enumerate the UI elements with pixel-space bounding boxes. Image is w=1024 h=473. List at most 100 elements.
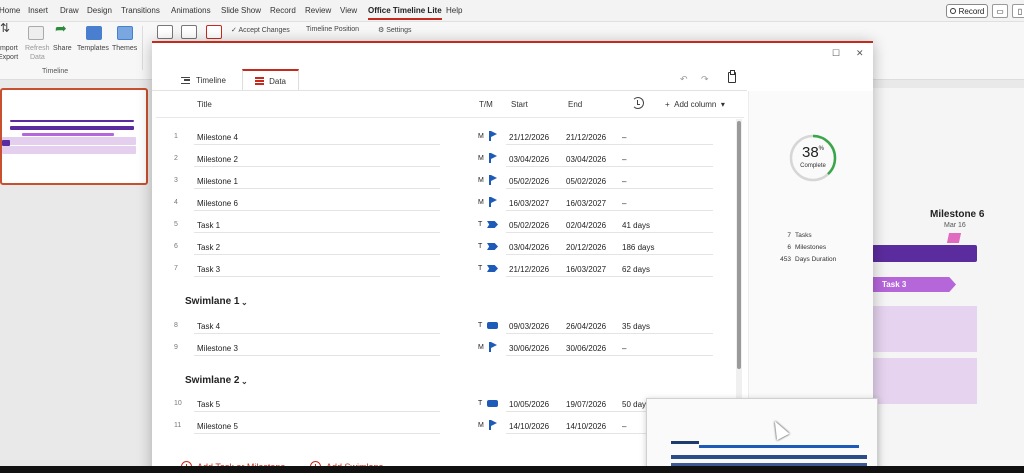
menu-record[interactable]: Record: [270, 6, 296, 15]
comments-icon[interactable]: ▭: [992, 4, 1008, 18]
row-type[interactable]: T: [478, 400, 482, 407]
menu-draw[interactable]: Draw: [60, 6, 79, 15]
slide-swimlane-band: [872, 358, 977, 404]
slide-thumbnail[interactable]: [0, 88, 148, 185]
close-icon[interactable]: ✕: [856, 48, 864, 59]
row-title-field[interactable]: Milestone 4: [194, 129, 440, 145]
row-end-date[interactable]: 26/04/2026: [563, 318, 619, 334]
row-type[interactable]: T: [478, 221, 482, 228]
menu-office-timeline[interactable]: Office Timeline Lite: [368, 6, 442, 20]
export-button-label[interactable]: Export: [0, 53, 18, 62]
settings-button[interactable]: ⚙ Settings: [378, 26, 412, 34]
add-item-icon[interactable]: [157, 25, 173, 39]
menu-home[interactable]: Home: [0, 6, 20, 15]
chevron-down-icon[interactable]: ⌄: [241, 298, 248, 307]
row-type[interactable]: M: [478, 422, 484, 429]
row-start-date[interactable]: 03/04/2026: [506, 151, 564, 167]
row-start-date[interactable]: 05/02/2026: [506, 173, 564, 189]
row-title-field[interactable]: Task 3: [194, 261, 440, 277]
share-button-label[interactable]: Share: [53, 44, 72, 53]
row-start-date[interactable]: 09/03/2026: [506, 318, 564, 334]
row-end-date[interactable]: 19/07/2026: [563, 396, 619, 412]
table-row[interactable]: 3 Milestone 1 M 05/02/2026 05/02/2026–: [152, 170, 742, 192]
tab-timeline[interactable]: Timeline: [169, 69, 238, 91]
row-title-field[interactable]: Task 2: [194, 239, 440, 255]
row-start-date[interactable]: 14/10/2026: [506, 418, 564, 434]
row-type[interactable]: T: [478, 243, 482, 250]
table-row[interactable]: 1 Milestone 4 M 21/12/2026 21/12/2026–: [152, 126, 742, 148]
record-button[interactable]: Record: [946, 4, 988, 18]
menu-transitions[interactable]: Transitions: [121, 6, 160, 15]
clipboard-icon[interactable]: [728, 70, 736, 83]
timeline-preview-thumbnail[interactable]: [646, 398, 878, 473]
row-start-date[interactable]: 16/03/2027: [506, 195, 564, 211]
row-type[interactable]: T: [478, 322, 482, 329]
accept-changes-button[interactable]: ✓ Accept Changes: [231, 26, 290, 34]
row-start-date[interactable]: 21/12/2026: [506, 129, 564, 145]
table-row[interactable]: 4 Milestone 6 M 16/03/2027 16/03/2027–: [152, 192, 742, 214]
row-start-date[interactable]: 10/05/2026: [506, 396, 564, 412]
table-icon[interactable]: [181, 25, 197, 39]
add-column-button[interactable]: + Add column ▾: [665, 100, 725, 109]
row-end-date[interactable]: 16/03/2027: [563, 261, 619, 277]
column-header-start: Start: [511, 100, 528, 109]
menu-design[interactable]: Design: [87, 6, 112, 15]
table-row[interactable]: 8 Task 4 T 09/03/2026 26/04/2026 35 days: [152, 315, 742, 337]
row-type[interactable]: M: [478, 133, 484, 140]
table-row[interactable]: 5 Task 1 T 05/02/2026 02/04/2026 41 days: [152, 214, 742, 236]
row-title-field[interactable]: Milestone 3: [194, 340, 440, 356]
row-start-date[interactable]: 03/04/2026: [506, 239, 564, 255]
column-header-end: End: [568, 100, 583, 109]
row-title-field[interactable]: Task 5: [194, 396, 440, 412]
swimlane-1-header[interactable]: Swimlane 1 ⌄: [185, 296, 248, 307]
menu-view[interactable]: View: [340, 6, 357, 15]
chevron-down-icon[interactable]: ⌄: [241, 377, 248, 386]
row-end-date[interactable]: 21/12/2026: [563, 129, 619, 145]
row-title-field[interactable]: Milestone 1: [194, 173, 440, 189]
milestone-marker-icon: [946, 233, 962, 243]
menu-review[interactable]: Review: [305, 6, 331, 15]
row-end-date[interactable]: 16/03/2027: [563, 195, 619, 211]
bottom-strip: [0, 466, 1024, 473]
table-row[interactable]: 6 Task 2 T 03/04/2026 20/12/2026 186 days: [152, 236, 742, 258]
row-title-field[interactable]: Task 1: [194, 217, 440, 233]
history-icon[interactable]: [632, 97, 644, 109]
themes-button-label[interactable]: Themes: [112, 44, 137, 53]
row-type[interactable]: M: [478, 155, 484, 162]
import-button-label[interactable]: Import: [0, 44, 18, 53]
templates-button-label[interactable]: Templates: [77, 44, 109, 53]
table-row[interactable]: 7 Task 3 T 21/12/2026 16/03/2027 62 days: [152, 258, 742, 280]
menu-help[interactable]: Help: [446, 6, 462, 15]
row-type[interactable]: T: [478, 265, 482, 272]
row-end-date[interactable]: 20/12/2026: [563, 239, 619, 255]
row-title-field[interactable]: Milestone 6: [194, 195, 440, 211]
maximize-icon[interactable]: ☐: [832, 48, 840, 59]
row-title-field[interactable]: Milestone 5: [194, 418, 440, 434]
row-title-field[interactable]: Task 4: [194, 318, 440, 334]
row-end-date[interactable]: 05/02/2026: [563, 173, 619, 189]
share-icon[interactable]: ▯: [1012, 4, 1024, 18]
menu-slide-show[interactable]: Slide Show: [221, 6, 261, 15]
row-end-date[interactable]: 14/10/2026: [563, 418, 619, 434]
timeline-position-button[interactable]: Timeline Position: [306, 26, 359, 33]
row-end-date[interactable]: 03/04/2026: [563, 151, 619, 167]
table-row[interactable]: 9 Milestone 3 M 30/06/2026 30/06/2026–: [152, 337, 742, 359]
row-start-date[interactable]: 30/06/2026: [506, 340, 564, 356]
row-start-date[interactable]: 21/12/2026: [506, 261, 564, 277]
undo-icon[interactable]: ↶: [680, 74, 688, 85]
row-title-field[interactable]: Milestone 2: [194, 151, 440, 167]
refresh-button-label[interactable]: Refresh: [25, 44, 50, 53]
table-row[interactable]: 2 Milestone 2 M 03/04/2026 03/04/2026–: [152, 148, 742, 170]
redo-icon[interactable]: ↷: [701, 74, 709, 85]
row-end-date[interactable]: 30/06/2026: [563, 340, 619, 356]
row-type[interactable]: M: [478, 177, 484, 184]
row-type[interactable]: M: [478, 344, 484, 351]
row-type[interactable]: M: [478, 199, 484, 206]
chart-icon[interactable]: [206, 25, 222, 39]
row-end-date[interactable]: 02/04/2026: [563, 217, 619, 233]
menu-insert[interactable]: Insert: [28, 6, 48, 15]
swimlane-2-header[interactable]: Swimlane 2 ⌄: [185, 375, 248, 386]
menu-animations[interactable]: Animations: [171, 6, 211, 15]
tab-data[interactable]: Data: [242, 69, 299, 91]
row-start-date[interactable]: 05/02/2026: [506, 217, 564, 233]
